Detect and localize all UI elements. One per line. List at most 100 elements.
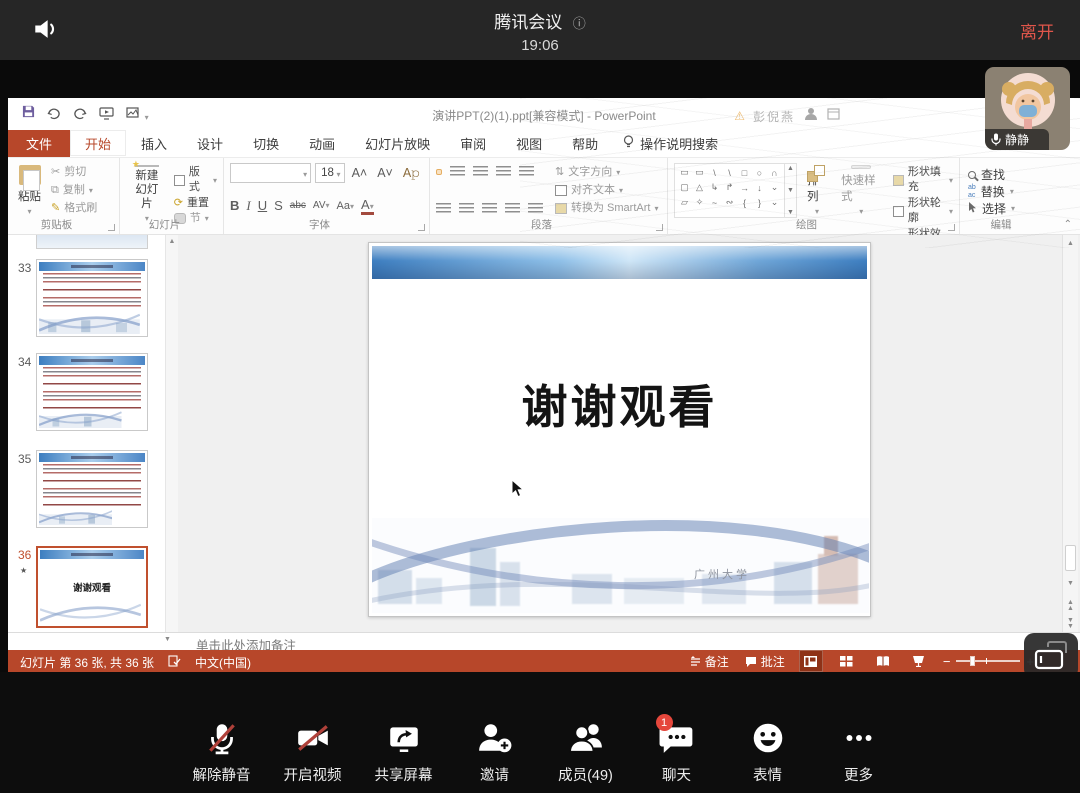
shape-right-arrow-icon[interactable]: → xyxy=(737,180,752,195)
gallery-more-icon[interactable]: ▼ xyxy=(787,209,794,216)
scrollbar-thumb[interactable] xyxy=(1065,545,1076,571)
participant-video-tile[interactable]: 静静 xyxy=(985,67,1070,150)
clear-format-icon[interactable]: A𝚙 xyxy=(400,166,423,181)
notes-toggle-button[interactable]: 备注 xyxy=(688,650,731,672)
shape-triangle-icon[interactable]: △ xyxy=(692,180,707,195)
shape-equation-icon[interactable]: ⌄ xyxy=(767,195,782,210)
change-case-button[interactable]: Aa▾ xyxy=(337,200,354,212)
shape-curve-icon[interactable]: ~ xyxy=(707,195,722,210)
cut-button[interactable]: ✂剪切 xyxy=(51,165,97,180)
tab-review[interactable]: 审阅 xyxy=(445,130,501,157)
shape-brace-left-icon[interactable]: { xyxy=(737,195,752,210)
scroll-down-icon[interactable]: ▼ xyxy=(1063,577,1078,590)
vertical-scrollbar[interactable]: ▲ ▼ ▲▲ ▼▼ xyxy=(1062,235,1078,632)
language-text[interactable]: 中文(中国) xyxy=(195,654,251,671)
shape-parallelogram-icon[interactable]: ▱ xyxy=(677,195,692,210)
gallery-down-icon[interactable]: ▼ xyxy=(787,187,794,194)
tab-file[interactable]: 文件 xyxy=(8,130,70,157)
notes-pane[interactable]: ▼ 单击此处添加备注 xyxy=(8,632,1080,650)
comments-toggle-button[interactable]: 批注 xyxy=(743,650,787,672)
previous-slide-button[interactable]: ▲▲ xyxy=(1063,597,1078,614)
italic-button[interactable]: I xyxy=(246,198,250,214)
smartart-button[interactable]: 转换为 SmartArt▾ xyxy=(555,201,658,216)
thumbnail-item-35[interactable]: 35 xyxy=(8,450,164,532)
next-slide-button[interactable]: ▼▼ xyxy=(1063,615,1078,632)
zoom-slider[interactable] xyxy=(956,660,1020,662)
decrease-indent-icon[interactable] xyxy=(473,166,488,178)
panel-scroll-up-icon[interactable]: ▲ xyxy=(166,235,178,245)
notes-collapse-icon[interactable]: ▼ xyxy=(164,636,171,643)
chat-button[interactable]: 1 聊天 xyxy=(631,720,722,785)
layout-button[interactable]: 版式▾ xyxy=(174,165,217,196)
font-name-select[interactable]: ▾ xyxy=(230,163,311,183)
shape-round-rect-icon[interactable]: ▢ xyxy=(677,180,692,195)
shape-elbow-icon[interactable]: ↳ xyxy=(707,180,722,195)
start-video-button[interactable]: 开启视频 xyxy=(267,720,358,785)
tab-animations[interactable]: 动画 xyxy=(294,130,350,157)
shape-chevron-icon[interactable]: ⌄ xyxy=(767,180,782,195)
tab-home[interactable]: 开始 xyxy=(70,130,126,157)
char-spacing-button[interactable]: AV▾ xyxy=(313,200,330,211)
thumbnail-item-34[interactable]: 34 xyxy=(8,353,164,435)
tab-help[interactable]: 帮助 xyxy=(557,130,613,157)
zoom-slider-thumb[interactable] xyxy=(970,656,975,666)
slide-canvas[interactable]: 谢谢观看 广州大学 xyxy=(368,242,871,617)
leave-meeting-button[interactable]: 离开 xyxy=(1020,18,1054,43)
reading-view-button[interactable] xyxy=(871,650,895,672)
zoom-out-icon[interactable]: − xyxy=(943,654,951,669)
copy-button[interactable]: ⧉复制▾ xyxy=(51,183,97,198)
shape-line-icon[interactable]: \ xyxy=(707,165,722,180)
shape-elbow-arrow-icon[interactable]: ↱ xyxy=(722,180,737,195)
share-screen-button[interactable]: 共享屏幕 xyxy=(358,720,449,785)
quick-styles-button[interactable]: 快速样式▾ xyxy=(837,163,885,218)
panel-scrollbar[interactable]: ▲ xyxy=(165,235,178,632)
font-dialog-launcher[interactable] xyxy=(418,224,425,231)
tab-view[interactable]: 视图 xyxy=(501,130,557,157)
columns-icon[interactable] xyxy=(528,203,543,215)
tab-design[interactable]: 设计 xyxy=(182,130,238,157)
unmute-button[interactable]: 解除静音 xyxy=(176,720,267,785)
scroll-up-icon[interactable]: ▲ xyxy=(1063,237,1078,250)
tab-slideshow[interactable]: 幻灯片放映 xyxy=(350,130,445,157)
find-button[interactable]: 查找 xyxy=(968,166,1015,183)
slide-sorter-view-button[interactable] xyxy=(835,650,859,672)
tell-me-search[interactable]: 操作说明搜索 xyxy=(613,130,728,157)
ribbon-display-options-icon[interactable] xyxy=(827,107,840,125)
strikethrough-button[interactable]: abc xyxy=(290,200,306,211)
shape-brace-right-icon[interactable]: } xyxy=(752,195,767,210)
increase-font-icon[interactable]: A˄ xyxy=(349,166,371,180)
collapse-ribbon-icon[interactable]: ⌃ xyxy=(1064,219,1072,230)
members-button[interactable]: 成员(49) xyxy=(540,720,631,785)
slide-title[interactable]: 谢谢观看 xyxy=(369,371,870,437)
emoji-button[interactable]: 表情 xyxy=(722,720,813,785)
font-size-select[interactable]: 18▾ xyxy=(315,163,344,183)
numbering-icon[interactable] xyxy=(450,166,465,178)
font-color-button[interactable]: A▾ xyxy=(361,197,374,214)
clipboard-dialog-launcher[interactable] xyxy=(108,224,115,231)
tab-transitions[interactable]: 切换 xyxy=(238,130,294,157)
shape-fill-button[interactable]: 形状填充▾ xyxy=(893,165,953,196)
arrange-button[interactable]: 排列▾ xyxy=(803,163,831,218)
new-slide-button[interactable]: 新建幻灯片▾ xyxy=(126,163,168,218)
info-icon[interactable]: ⓘ xyxy=(573,16,586,31)
shape-scribble-icon[interactable]: ∾ xyxy=(722,195,737,210)
shape-vtextbox-icon[interactable]: ▭ xyxy=(692,165,707,180)
shape-arrow-line-icon[interactable]: \ xyxy=(722,165,737,180)
slide-editor-area[interactable]: 谢谢观看 广州大学 xyxy=(178,235,1080,632)
select-button[interactable]: 选择▾ xyxy=(968,200,1015,217)
shape-oval-icon[interactable]: ○ xyxy=(752,165,767,180)
paragraph-dialog-launcher[interactable] xyxy=(656,224,663,231)
shape-rect-icon[interactable]: □ xyxy=(737,165,752,180)
thumbnail-item-36[interactable]: 36 ★ 谢谢观看 xyxy=(8,546,164,632)
invite-button[interactable]: 邀请 xyxy=(449,720,540,785)
increase-indent-icon[interactable] xyxy=(496,166,511,178)
underline-button[interactable]: U xyxy=(258,198,267,213)
more-button[interactable]: 更多 xyxy=(813,720,904,785)
slideshow-view-button[interactable] xyxy=(907,650,931,672)
bold-button[interactable]: B xyxy=(230,198,239,213)
tab-insert[interactable]: 插入 xyxy=(126,130,182,157)
paste-button[interactable]: 粘贴▾ xyxy=(14,163,45,218)
shape-freeform-icon[interactable]: ✧ xyxy=(692,195,707,210)
align-center-icon[interactable] xyxy=(459,203,474,215)
shadow-button[interactable]: S xyxy=(274,198,283,213)
